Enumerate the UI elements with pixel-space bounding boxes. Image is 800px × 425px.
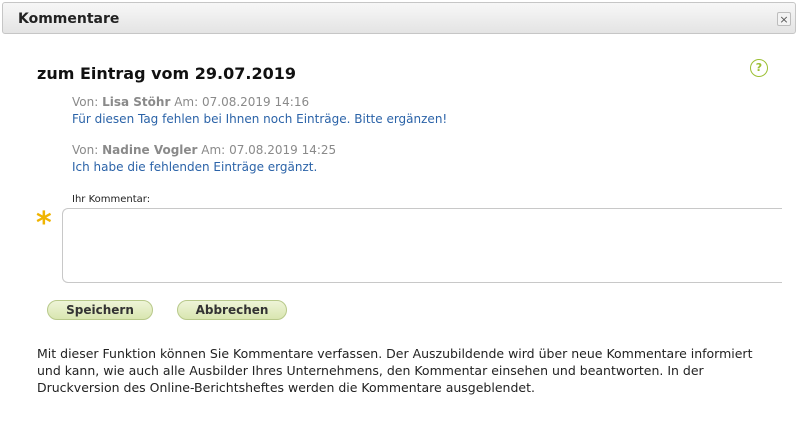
comment-item: Von: Lisa Stöhr Am: 07.08.2019 14:16 Für…: [72, 95, 447, 126]
help-question-icon[interactable]: ?: [750, 59, 768, 77]
from-label: Von:: [72, 95, 99, 109]
comment-field-label: Ihr Kommentar:: [72, 194, 151, 205]
save-button[interactable]: Speichern: [47, 300, 153, 320]
comment-datetime: 07.08.2019 14:16: [201, 95, 310, 109]
dialog-titlebar: Kommentare ×: [2, 2, 796, 34]
comment-item: Von: Nadine Vogler Am: 07.08.2019 14:25 …: [72, 143, 336, 174]
comment-meta: Von: Lisa Stöhr Am: 07.08.2019 14:16: [72, 95, 447, 109]
close-icon[interactable]: ×: [777, 12, 791, 26]
comment-text: Für diesen Tag fehlen bei Ihnen noch Ein…: [72, 112, 448, 126]
comment-author: Lisa Stöhr: [102, 95, 171, 109]
info-text: Mit dieser Funktion können Sie Kommentar…: [37, 346, 753, 395]
entry-heading: zum Eintrag vom 29.07.2019: [37, 64, 296, 83]
date-label: Am:: [201, 143, 226, 157]
dialog-title: Kommentare: [18, 11, 120, 27]
comment-text: Ich habe die fehlenden Einträge ergänzt.: [72, 160, 318, 174]
comment-input[interactable]: [62, 208, 782, 283]
required-asterisk-icon: *: [36, 206, 52, 241]
comment-author: Nadine Vogler: [102, 143, 198, 157]
from-label: Von:: [72, 143, 99, 157]
date-label: Am:: [174, 95, 199, 109]
cancel-button[interactable]: Abbrechen: [177, 300, 287, 320]
comment-meta: Von: Nadine Vogler Am: 07.08.2019 14:25: [72, 143, 336, 157]
comment-datetime: 07.08.2019 14:25: [229, 143, 337, 157]
